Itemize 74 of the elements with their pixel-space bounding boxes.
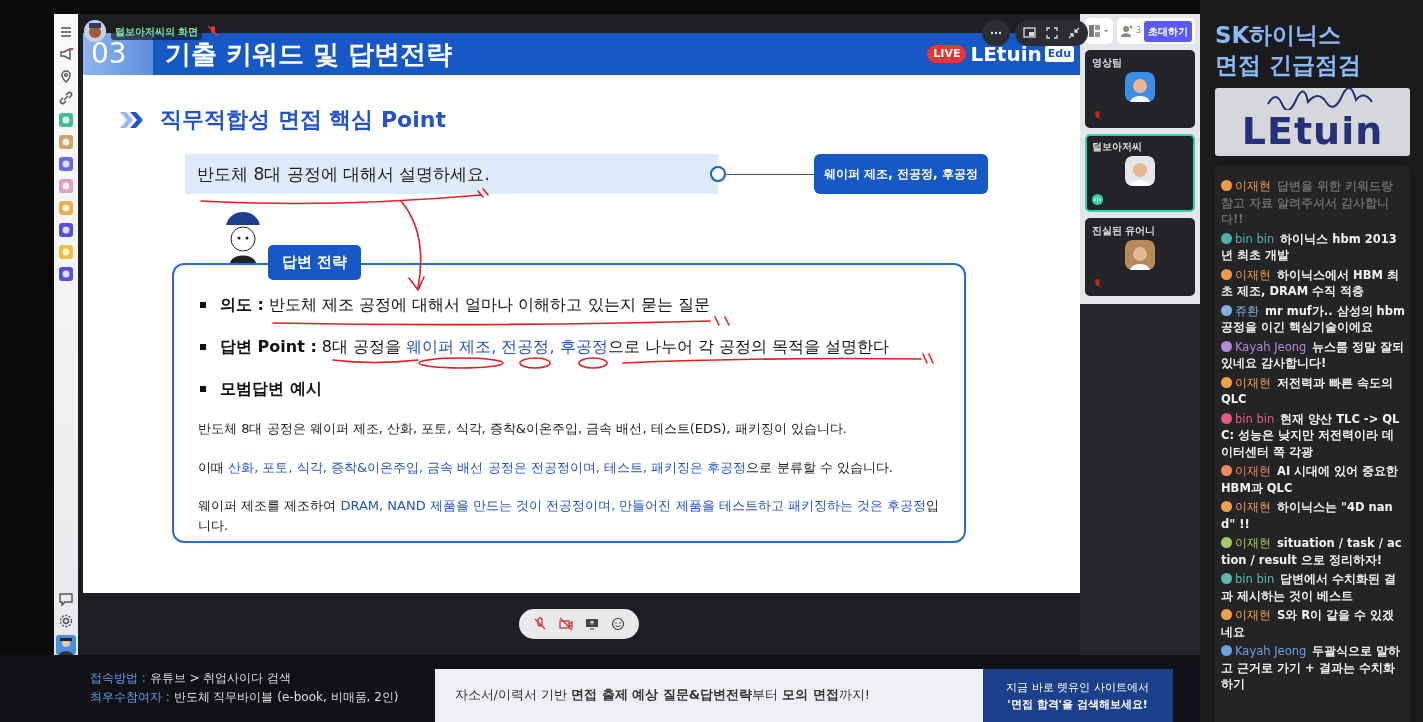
layout-icon [1088,24,1110,38]
collapse-icon[interactable] [1068,27,1080,39]
participant-name: 진실된 유어니 [1092,224,1157,238]
slide-subtitle: 직무적합성 면접 핵심 Point [160,106,446,134]
bullet-text: 의도 : 반도체 제조 공정에 대해서 얼마나 이해하고 있는지 묻는 질문 [220,294,710,316]
brand-logo: LEtuin [970,41,1042,68]
participant-tile[interactable]: 진실된 유어니 [1085,218,1195,296]
question-text: 반도체 8대 공정에 대해서 설명하세요. [185,154,718,194]
more-button[interactable] [982,20,1010,46]
sample-answer-text: 반도체 8대 공정은 웨이퍼 제조, 산화, 포토, 식각, 증착&이온주입, 금속 배선, 테스트(EDS), 패키징이 있습니다. [198,420,848,438]
chat-message: 이재현 S와 R이 같을 수 있겠네요 [1221,607,1396,640]
bullet-text: 답변 Point : 8대 공정을 웨이퍼 제조, 전공정, 후공정으로 나누어 각 공정의 목적을 설명한다 [220,336,890,358]
avatar-icon [1125,240,1155,270]
chat-message: 이재현 답변을 위한 키워드랑 참고 자료 알려주셔서 감사합니다!! [1221,178,1394,228]
invite-button[interactable]: 초대하기 [1144,20,1193,42]
menu-icon[interactable] [58,24,74,40]
user-avatar[interactable] [56,635,76,655]
banner-cta-text: '면접 합격'을 검색해보세요! [1006,697,1149,713]
keyword-label: 웨이퍼 제조, 전공정, 후공정 [814,154,988,194]
chat-message: 쥬환 mr muf가.. 삼성의 hbm공정을 이긴 핵심기술이에요 [1221,302,1406,336]
bullet-text: 모범답변 예시 [220,378,322,400]
chat-message: Kayah Jeong 뉴스룸 정말 잘되있네요 감사합니다! [1221,338,1406,372]
sample-answer-text: 웨이퍼 제조를 제조하여 DRAM, NAND 제품을 만드는 것이 전공정이며, 만들어진 제품을 테스트하고 패키징하는 것은 후공정 입니다. [198,497,941,535]
mic-off-icon [1092,278,1103,289]
mic-off-icon [1092,110,1103,121]
settings-icon[interactable] [58,613,74,629]
participant-tile[interactable]: 영상팀 [1085,50,1195,128]
sample-answer-text: 이때 산화, 포토, 식각, 증착&이온주입, 금속 배선 공정은 전공정이며, 테스트, 패키징은 후공정 으로 분류할 수 있습니다. [198,458,894,477]
participant-tile[interactable]: 털보아저씨 [1085,134,1195,212]
panel-title: 면접 긴급점검 [1215,51,1362,80]
chat-message: 이재현 하이닉스는 "4D nand" !! [1221,499,1394,532]
logo-text: LEtuin [1241,110,1384,152]
info-text: 접속방법 : 유튜브 > 취업사이다 검색 [90,670,293,687]
bullet-mark [200,386,206,392]
chat-message: 이재현 situation / task / action / result 으로 정리하자! [1221,535,1403,568]
screen-share-icon[interactable] [585,617,599,631]
location-pin-icon[interactable] [58,68,74,84]
chat-message: Kayah Jeong 두괄식으로 말하고 근거로 가기 + 결과는 수치화하기 [1221,643,1402,693]
chat-icon[interactable] [58,591,74,607]
info-text: 최우수참여자 : 반도체 직무바이블 (e-book, 비매품, 2인) [90,689,399,706]
fullscreen-icon[interactable] [1046,27,1058,39]
emoji-icon[interactable] [611,617,625,631]
megaphone-icon[interactable] [58,46,74,62]
picture-in-picture-icon[interactable] [1023,27,1036,39]
chat-message: 이재현 AI 시대에 있어 중요한 HBM과 QLC [1221,463,1400,496]
slide-title: 기출 키워드 및 답변전략 [164,38,454,71]
banner-cta-text: 지금 바로 렛유인 사이트에서 [1005,680,1150,696]
panel-title: SK하이닉스 [1215,21,1343,50]
banner-headline: 자소서/이력서 기반 면접 출제 예상 질문&답변전략부터 모의 면접까지! [453,686,871,704]
bullet-mark [200,344,206,350]
participant-count: 3 [1136,25,1142,37]
screen-share-label: 털보아저씨의 화면 [111,22,203,40]
participant-name: 털보아저씨 [1092,140,1143,154]
participant-name: 영상팀 [1092,56,1123,70]
layout-button[interactable] [1085,18,1113,44]
people-icon[interactable] [1120,24,1133,38]
mic-off-icon [207,25,220,37]
circle-stroke [519,357,551,369]
circle-stroke [578,357,608,369]
chat-message: bin bin 하이닉스 hbm 2013년 최초 개발 [1221,230,1398,264]
chat-message: 이재현 저전력과 빠른 속도의 QLC [1221,374,1394,408]
chat-message: bin bin 답변에서 수치화된 결과 제시하는 것이 베스트 [1221,571,1398,604]
connector-dot [710,166,726,182]
camera-off-icon[interactable] [559,617,573,631]
chat-message: bin bin 현재 양산 TLC -> QLC: 성능은 낮지만 저전력이라 데이터센터 쪽 각광 [1221,410,1401,460]
avatar-icon [1125,156,1155,186]
presenter-avatar [84,20,106,42]
audio-wave-icon [1092,194,1103,205]
strategy-tag: 답변 전략 [268,245,362,280]
avatar-icon [1125,72,1155,102]
live-badge: LIVE [927,44,967,64]
bullet-mark [200,302,206,308]
mic-off-icon[interactable] [533,617,547,631]
link-icon[interactable] [58,90,74,106]
